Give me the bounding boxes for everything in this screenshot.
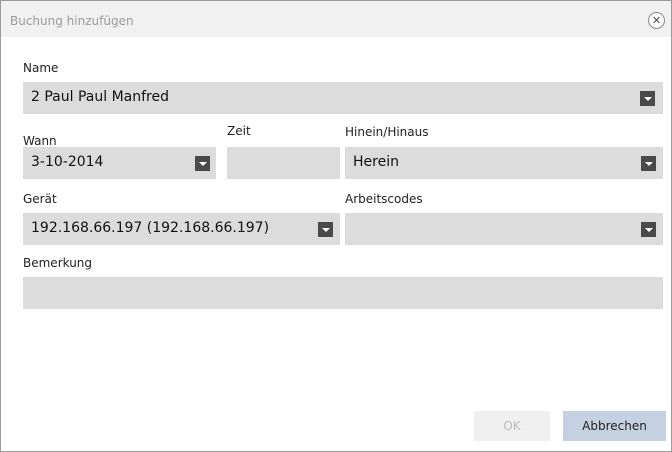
chevron-down-icon[interactable] <box>640 91 655 106</box>
hinein-hinaus-label: Hinein/Hinaus <box>345 125 429 139</box>
geraet-value: 192.168.66.197 (192.168.66.197) <box>31 220 270 236</box>
hinein-hinaus-select[interactable]: Herein <box>345 147 663 179</box>
bemerkung-input[interactable] <box>23 277 663 309</box>
hinein-hinaus-value: Herein <box>353 154 399 170</box>
chevron-down-icon[interactable] <box>641 156 656 171</box>
zeit-input[interactable] <box>227 147 340 179</box>
arbeitscodes-label: Arbeitscodes <box>345 192 423 206</box>
ok-button[interactable]: OK <box>474 411 550 441</box>
name-value: 2 Paul Paul Manfred <box>31 89 169 105</box>
zeit-label: Zeit <box>227 124 251 138</box>
geraet-select[interactable]: 192.168.66.197 (192.168.66.197) <box>23 213 340 245</box>
bemerkung-label: Bemerkung <box>23 256 93 270</box>
dialog-title: Buchung hinzufügen <box>10 14 134 28</box>
arbeitscodes-select[interactable] <box>345 213 663 245</box>
wann-value: 3-10-2014 <box>31 154 104 170</box>
close-icon[interactable]: ✕ <box>648 12 665 29</box>
title-bar: Buchung hinzufügen ✕ <box>1 1 671 37</box>
chevron-down-icon[interactable] <box>318 222 333 237</box>
name-label: Name <box>23 61 59 75</box>
name-select[interactable]: 2 Paul Paul Manfred <box>23 82 663 114</box>
chevron-down-icon[interactable] <box>195 156 210 171</box>
wann-date-select[interactable]: 3-10-2014 <box>23 147 216 179</box>
chevron-down-icon[interactable] <box>641 222 656 237</box>
cancel-button[interactable]: Abbrechen <box>563 411 666 441</box>
geraet-label: Gerät <box>23 192 57 206</box>
wann-label: Wann <box>23 134 57 148</box>
